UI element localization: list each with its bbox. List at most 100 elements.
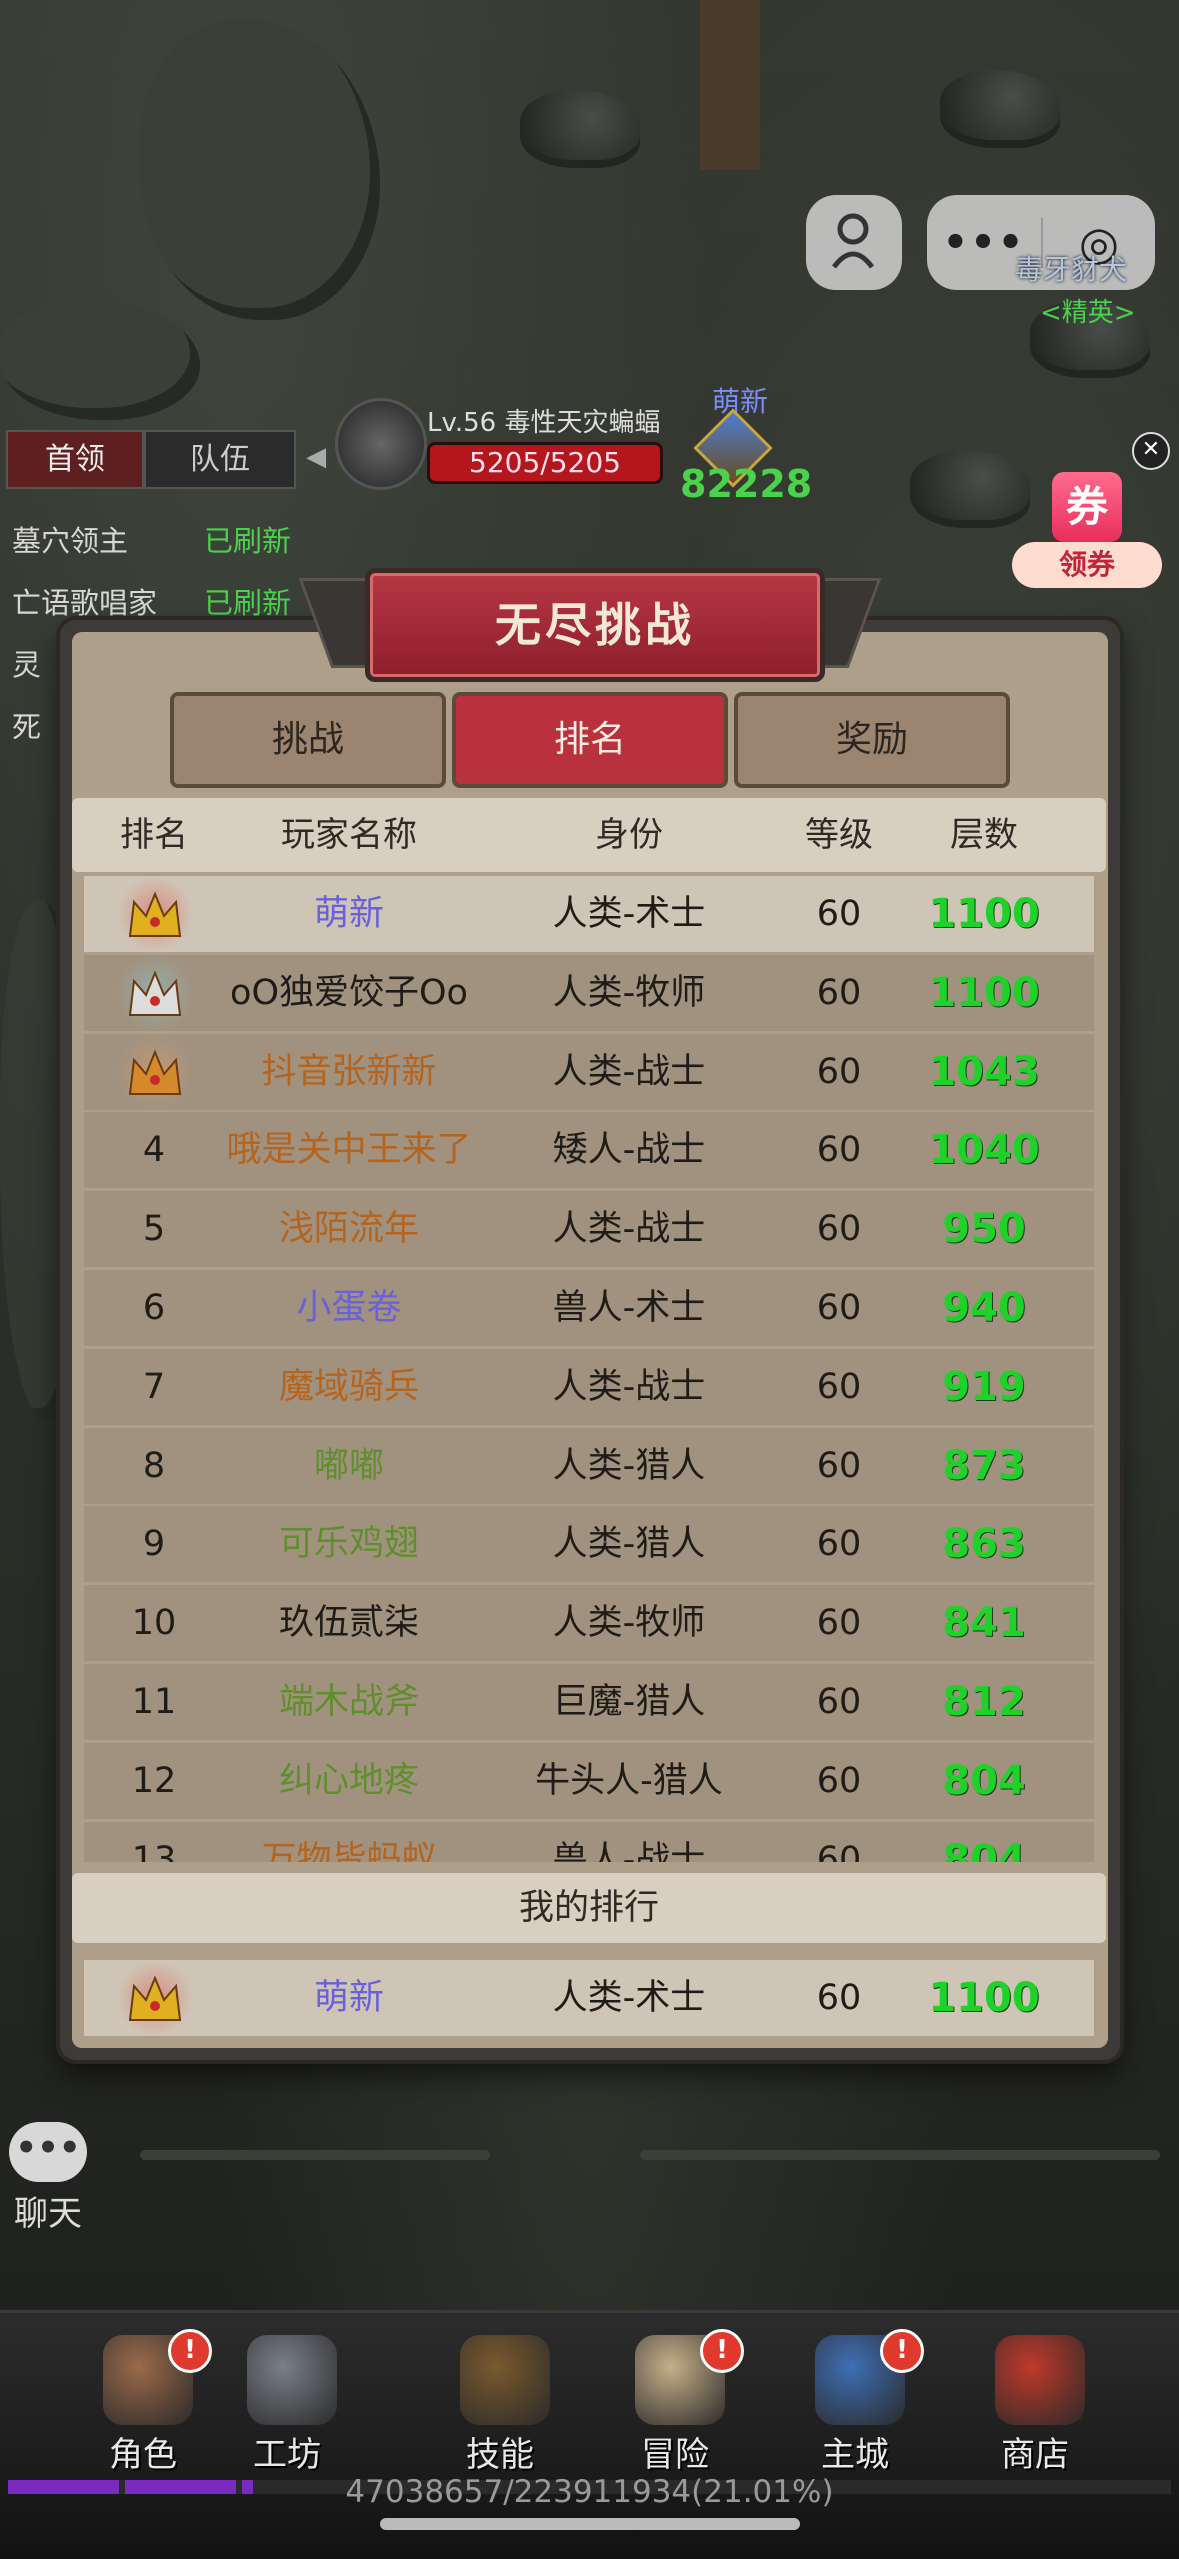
header-rank: 排名 (120, 815, 188, 855)
player-name-cell[interactable]: 纠心地疼 (224, 1743, 474, 1819)
player-name-cell[interactable]: oO独爱饺子Oo (224, 955, 474, 1031)
ranking-row[interactable]: 萌新 人类-术士 60 1100 (84, 876, 1094, 952)
player-name-cell[interactable]: 萌新 (224, 876, 474, 952)
ranking-row[interactable]: 5 浅陌流年 人类-战士 60 950 (84, 1191, 1094, 1268)
rock-formation (0, 300, 200, 420)
floors-cell: 1040 (928, 1127, 1040, 1174)
role-cell: 人类-战士 (552, 1051, 706, 1092)
collapse-arrow-icon[interactable]: ◀ (296, 430, 336, 485)
dock-label: 冒险 (641, 2435, 709, 2475)
ranking-row[interactable]: 13 万物皆蚂蚁 兽人-战士 60 804 (84, 1821, 1094, 1862)
floors-cell: 1100 (928, 1975, 1040, 2021)
close-icon[interactable]: ✕ (1132, 432, 1170, 470)
alert-badge: ! (168, 2329, 212, 2373)
dock-item-shop[interactable]: 商店 (960, 2335, 1110, 2475)
avatar-button[interactable] (806, 195, 902, 290)
floors-cell: 804 (942, 1757, 1026, 1804)
player-power: 82228 (680, 462, 813, 506)
task-name[interactable]: 死 (12, 704, 41, 746)
floors-cell: 804 (942, 1836, 1026, 1862)
tab-ranking[interactable]: 排名 (452, 692, 728, 788)
wolf-enemy (520, 90, 640, 160)
role-cell: 矮人-战士 (552, 1130, 706, 1171)
player-name-cell[interactable]: 小蛋卷 (224, 1270, 474, 1346)
dock-item-castle[interactable]: ! 主城 (780, 2329, 930, 2475)
task-status: 已刷新 (204, 586, 292, 620)
dock-item-anvil[interactable]: 工坊 (212, 2335, 362, 2475)
gold-crown-icon (114, 1962, 196, 2034)
ranking-row[interactable]: 抖音张新新 人类-战士 60 1043 (84, 1033, 1094, 1110)
dock-label: 工坊 (253, 2435, 321, 2475)
task-name[interactable]: 墓穴领主 (12, 518, 128, 560)
player-name-cell[interactable]: 嘟嘟 (224, 1428, 474, 1504)
player-name-cell[interactable]: 万物皆蚂蚁 (224, 1822, 474, 1862)
ranking-row[interactable]: 10 玖伍贰柒 人类-牧师 60 841 (84, 1585, 1094, 1662)
task-status: 已刷新 (204, 524, 292, 558)
home-indicator[interactable] (380, 2518, 800, 2530)
tab-challenge[interactable]: 挑战 (170, 692, 446, 788)
ranking-row[interactable]: 7 魔域骑兵 人类-战士 60 919 (84, 1348, 1094, 1425)
boss-name: Lv.56 毒性天灾蝙蝠 (427, 408, 661, 438)
spellbook-icon (460, 2335, 550, 2425)
ranking-row[interactable]: 8 嘟嘟 人类-猎人 60 873 (84, 1427, 1094, 1504)
player-name-cell[interactable]: 抖音张新新 (224, 1034, 474, 1110)
player-name-cell[interactable]: 魔域骑兵 (224, 1349, 474, 1425)
ranking-list[interactable]: 萌新 人类-术士 60 1100 oO独爱饺子Oo 人类-牧师 60 1100 抖音张新新 人类-… (84, 876, 1094, 1862)
level-cell: 60 (816, 1682, 862, 1722)
crown-shape (128, 1048, 182, 1095)
level-cell: 60 (816, 972, 862, 1013)
coupon-button[interactable]: 领券 (1012, 542, 1162, 588)
floors-cell: 940 (942, 1285, 1026, 1331)
level-cell: 60 (816, 1209, 862, 1250)
ranking-row[interactable]: 6 小蛋卷 兽人-术士 60 940 (84, 1270, 1094, 1346)
player-name-cell[interactable]: 浅陌流年 (224, 1191, 474, 1267)
ranking-row[interactable]: 11 端木战斧 巨魔-猎人 60 812 (84, 1664, 1094, 1740)
level-cell: 60 (816, 1603, 862, 1644)
role-cell: 人类-猎人 (552, 1524, 706, 1565)
level-cell: 60 (816, 1288, 862, 1328)
chat-label: 聊天 (14, 2194, 82, 2234)
floors-cell: 873 (942, 1442, 1026, 1489)
player-name-cell[interactable]: 端木战斧 (224, 1664, 474, 1740)
player-name-cell[interactable]: 哦是关中王来了 (224, 1112, 474, 1188)
boss-status: Lv.56 毒性天灾蝙蝠 5205/5205 (335, 398, 685, 490)
task-name[interactable]: 灵 (12, 642, 41, 684)
tab-boss[interactable]: 首领 (6, 430, 144, 489)
chat-button[interactable]: ••• 聊天 (6, 2122, 90, 2252)
rank-number: 4 (142, 1130, 166, 1171)
dock-item-scroll-map[interactable]: ! 冒险 (600, 2329, 750, 2475)
level-cell: 60 (816, 1445, 862, 1486)
level-cell: 60 (816, 1366, 862, 1407)
side-tabs: 首领 队伍 ◀ (6, 430, 336, 489)
my-rank-row[interactable]: 萌新 人类-术士 60 1100 (84, 1960, 1094, 2036)
tab-rewards[interactable]: 奖励 (734, 692, 1010, 788)
rank-number: 5 (142, 1209, 166, 1250)
gold-crown-icon (114, 878, 196, 950)
rank-number: 12 (131, 1760, 177, 1801)
fence (140, 2150, 490, 2160)
floors-cell: 950 (942, 1206, 1026, 1253)
task-name[interactable]: 亡语歌唱家 (12, 580, 157, 622)
ranking-row[interactable]: 9 可乐鸡翅 人类-猎人 60 863 (84, 1506, 1094, 1583)
ranking-row[interactable]: oO独爱饺子Oo 人类-牧师 60 1100 (84, 954, 1094, 1031)
role-cell: 人类-牧师 (552, 972, 706, 1013)
level-cell: 60 (816, 1130, 862, 1171)
panel-banner: 无尽挑战 (298, 560, 882, 682)
tab-team[interactable]: 队伍 (143, 430, 297, 489)
role-cell: 人类-术士 (552, 1978, 706, 2018)
person-icon (831, 213, 875, 269)
rank-number: 9 (142, 1524, 166, 1565)
dock-item-character[interactable]: ! 角色 (68, 2329, 218, 2475)
player-name-cell[interactable]: 玖伍贰柒 (224, 1585, 474, 1661)
floors-cell: 1100 (928, 891, 1040, 937)
floors-cell: 863 (942, 1521, 1026, 1568)
coupon-icon[interactable]: 券 (1052, 472, 1122, 542)
player-name-cell[interactable]: 可乐鸡翅 (224, 1506, 474, 1582)
ranking-row[interactable]: 4 哦是关中王来了 矮人-战士 60 1040 (84, 1112, 1094, 1189)
ranking-row[interactable]: 12 纠心地疼 牛头人-猎人 60 804 (84, 1742, 1094, 1819)
coupon-widget[interactable]: ✕ 券 领券 (1012, 432, 1170, 592)
floors-cell: 812 (942, 1679, 1026, 1725)
player-name-cell[interactable]: 萌新 (224, 1960, 474, 2036)
dock-item-spellbook[interactable]: 技能 (425, 2335, 575, 2475)
rank-number: 8 (142, 1445, 166, 1486)
